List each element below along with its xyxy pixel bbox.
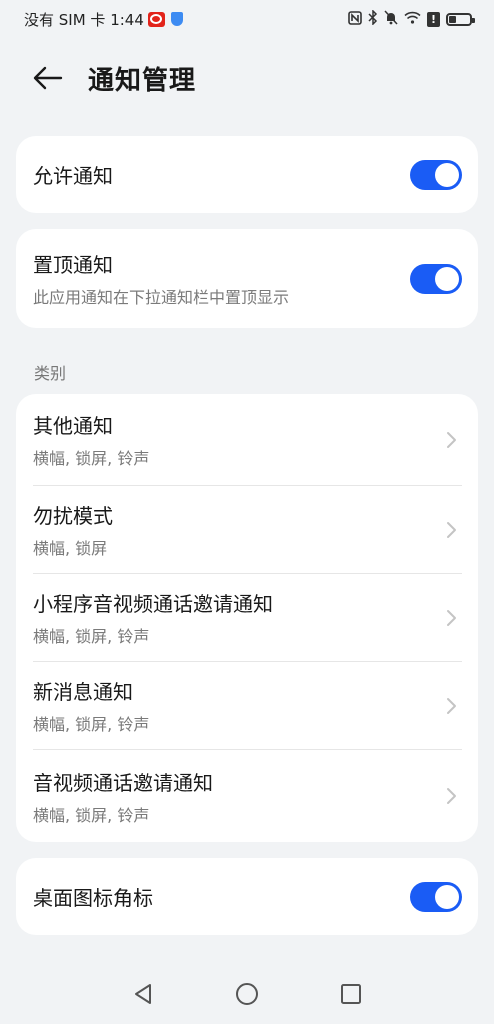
back-triangle-icon	[135, 984, 151, 1004]
page-title: 通知管理	[88, 65, 197, 96]
category-item[interactable]: 小程序音视频通话邀请通知 横幅, 锁屏, 铃声	[16, 574, 478, 661]
category-text: 勿扰模式 横幅, 锁屏	[33, 500, 113, 559]
category-title: 音视频通话邀请通知	[33, 770, 213, 795]
category-item[interactable]: 其他通知 横幅, 锁屏, 铃声	[16, 394, 478, 485]
category-title: 其他通知	[33, 414, 113, 438]
chevron-right-icon	[447, 521, 456, 538]
status-bar: 没有 SIM 卡 1:44 !	[0, 0, 494, 38]
back-arrow-icon	[33, 66, 63, 90]
category-subtitle: 横幅, 锁屏, 铃声	[33, 627, 150, 646]
allow-notifications-toggle[interactable]	[410, 159, 462, 190]
category-text: 小程序音视频通话邀请通知 横幅, 锁屏, 铃声	[33, 588, 273, 647]
allow-notifications-card: 允许通知	[16, 136, 478, 213]
category-item[interactable]: 勿扰模式 横幅, 锁屏	[16, 486, 478, 573]
shield-icon	[170, 12, 183, 26]
nav-home-button[interactable]	[195, 964, 299, 1024]
pin-notifications-label: 置顶通知	[33, 253, 113, 277]
category-item[interactable]: 音视频通话邀请通知 横幅, 锁屏, 铃声	[16, 750, 478, 842]
home-circle-icon	[236, 983, 258, 1005]
app-notification-icon	[147, 11, 165, 27]
pin-notifications-row[interactable]: 置顶通知 此应用通知在下拉通知栏中置顶显示	[16, 229, 478, 328]
carrier-time: 没有 SIM 卡 1:44	[24, 10, 144, 29]
pin-notifications-toggle[interactable]	[410, 263, 462, 294]
mute-icon	[384, 10, 398, 28]
category-text: 新消息通知 横幅, 锁屏, 铃声	[33, 676, 149, 735]
battery-icon	[446, 12, 475, 26]
category-subtitle: 横幅, 锁屏, 铃声	[33, 715, 150, 734]
system-nav-bar	[0, 964, 494, 1024]
status-left: 没有 SIM 卡 1:44	[24, 9, 183, 30]
allow-notifications-label: 允许通知	[33, 164, 113, 188]
chevron-right-icon	[447, 431, 456, 448]
badge-row[interactable]: 桌面图标角标	[16, 858, 478, 935]
header: 通知管理	[0, 50, 494, 106]
category-subtitle: 横幅, 锁屏, 铃声	[33, 805, 150, 825]
status-right: !	[348, 9, 475, 28]
category-title: 勿扰模式	[33, 504, 113, 528]
category-item[interactable]: 新消息通知 横幅, 锁屏, 铃声	[16, 662, 478, 749]
categories-section-label: 类别	[34, 364, 67, 383]
chevron-right-icon	[447, 788, 456, 804]
category-subtitle: 横幅, 锁屏, 铃声	[33, 449, 150, 468]
category-text: 音视频通话邀请通知 横幅, 锁屏, 铃声	[33, 767, 213, 826]
chevron-right-icon	[447, 609, 456, 626]
nav-back-button[interactable]	[91, 964, 195, 1024]
pin-notifications-description: 此应用通知在下拉通知栏中置顶显示	[33, 288, 290, 307]
alert-icon: !	[427, 11, 440, 27]
chevron-right-icon	[447, 697, 456, 714]
badge-toggle[interactable]	[410, 881, 462, 912]
pin-notifications-card: 置顶通知 此应用通知在下拉通知栏中置顶显示	[16, 229, 478, 328]
categories-card: 其他通知 横幅, 锁屏, 铃声 勿扰模式 横幅, 锁屏 小程序音视频通话邀请通知…	[16, 394, 478, 842]
recents-square-icon	[341, 984, 361, 1004]
allow-notifications-row[interactable]: 允许通知	[16, 136, 478, 213]
pin-notifications-text: 置顶通知 此应用通知在下拉通知栏中置顶显示	[33, 249, 289, 308]
back-button[interactable]	[18, 50, 78, 106]
badge-label: 桌面图标角标	[33, 886, 153, 910]
wifi-icon	[404, 11, 421, 27]
badge-card: 桌面图标角标	[16, 858, 478, 935]
category-text: 其他通知 横幅, 锁屏, 铃声	[33, 410, 149, 469]
bluetooth-icon	[368, 9, 378, 28]
category-title: 新消息通知	[33, 680, 133, 704]
category-subtitle: 横幅, 锁屏	[33, 539, 108, 558]
nav-recents-button[interactable]	[299, 964, 403, 1024]
nfc-icon	[348, 10, 362, 28]
category-title: 小程序音视频通话邀请通知	[33, 592, 273, 616]
